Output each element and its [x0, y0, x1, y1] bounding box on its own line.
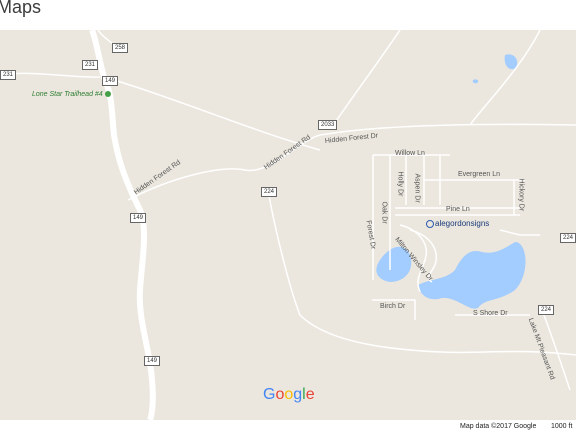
road-label-birch: Birch Dr — [380, 303, 406, 310]
poi-business-label: alegordonsigns — [435, 219, 490, 228]
scale-label[interactable]: 1000 ft — [551, 423, 572, 430]
logo-letter: G — [263, 386, 276, 403]
road-2033 — [113, 79, 321, 151]
app-header: Maps — [0, 0, 576, 30]
map-roads-layer — [0, 30, 576, 420]
road-label-s-shore: S Shore Dr — [473, 310, 508, 317]
pond-small — [472, 79, 479, 84]
app-title: Maps — [0, 0, 42, 17]
poi-trailhead-label: Lone Star Trailhead #4 — [32, 91, 103, 98]
road-ne — [469, 30, 541, 126]
trailhead-icon — [104, 91, 111, 98]
route-shield-224-southeast: 224 — [538, 305, 555, 315]
road-label-holly: Holly Dr — [396, 171, 404, 197]
logo-letter: e — [305, 386, 315, 403]
poi-business[interactable]: alegordonsigns — [426, 219, 489, 228]
road-label-willow: Willow Ln — [395, 150, 425, 157]
poi-trailhead[interactable]: Lone Star Trailhead #4 — [32, 91, 111, 98]
route-shield-224-east: 224 — [560, 233, 576, 243]
logo-letter: g — [293, 386, 303, 403]
route-shield-149-mid: 149 — [130, 213, 147, 223]
place-pin-icon — [426, 219, 434, 228]
route-shield-224: 224 — [261, 187, 278, 197]
map-canvas[interactable]: 258 231 149 231 2033 224 149 149 224 224… — [0, 30, 576, 420]
road-label-hickory: Hickory Dr — [517, 178, 525, 212]
road-label-pine: Pine Ln — [446, 206, 470, 213]
route-shield-231-west: 231 — [0, 70, 17, 80]
map-attribution[interactable]: Map data ©2017 Google — [460, 423, 536, 430]
logo-letter: o — [284, 386, 294, 403]
route-shield-258: 258 — [112, 43, 129, 53]
route-shield-149-south: 149 — [144, 356, 161, 366]
route-shield-149-north: 149 — [102, 76, 119, 86]
road-north-diag — [329, 30, 401, 131]
road-label-evergreen: Evergreen Ln — [458, 171, 501, 178]
route-shield-231: 231 — [82, 60, 99, 70]
road-label-oak: Oak Dr — [380, 201, 388, 224]
pond-north — [504, 54, 518, 70]
google-logo: Google — [263, 386, 315, 404]
route-shield-2033: 2033 — [318, 120, 338, 130]
road-label-aspen: Aspen Dr — [413, 173, 421, 203]
lake-main — [418, 242, 526, 309]
